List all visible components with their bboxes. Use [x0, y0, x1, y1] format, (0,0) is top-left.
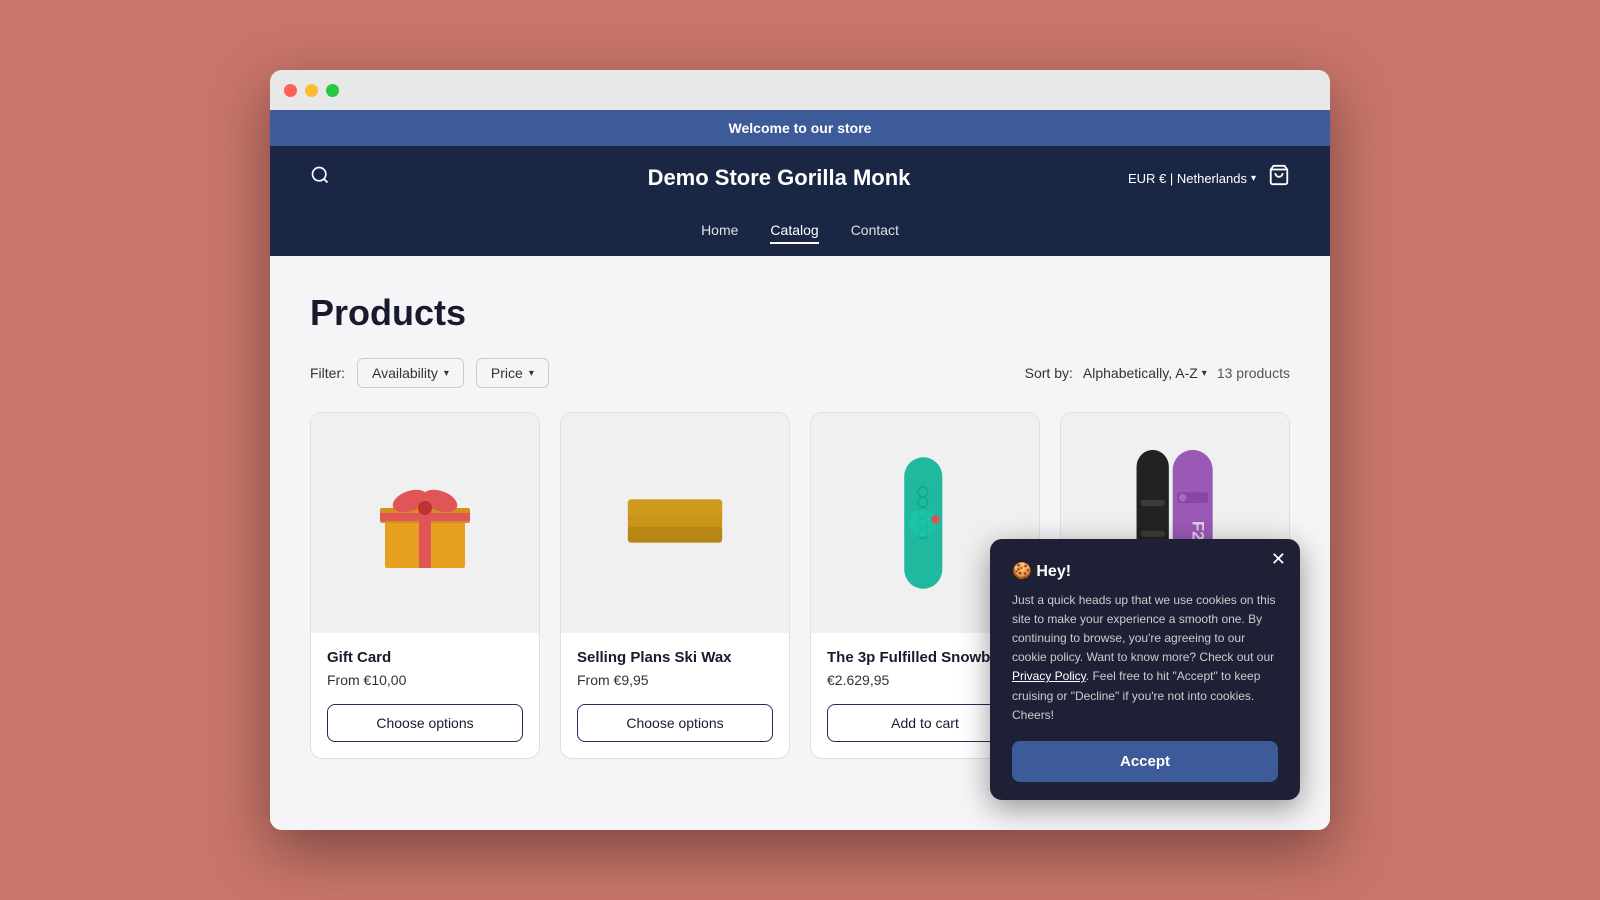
- product-info-gift-card: Gift Card From €10,00: [311, 633, 539, 704]
- availability-label: Availability: [372, 365, 438, 381]
- price-filter[interactable]: Price ▾: [476, 358, 549, 388]
- product-price-2: From €9,95: [577, 672, 773, 688]
- product-card-1: Gift Card From €10,00 Choose options: [310, 412, 540, 759]
- announcement-bar: Welcome to our store: [270, 110, 1330, 146]
- sort-label: Sort by:: [1025, 365, 1073, 381]
- header-right: EUR € | Netherlands ▾: [1128, 164, 1290, 192]
- product-name-2: Selling Plans Ski Wax: [577, 649, 773, 666]
- sort-chevron: ▾: [1202, 368, 1207, 379]
- cookie-popup: ✕ 🍪 Hey! Just a quick heads up that we u…: [990, 539, 1300, 800]
- browser-window: Welcome to our store Demo Store Gorilla …: [270, 70, 1330, 830]
- header-top: Demo Store Gorilla Monk EUR € | Netherla…: [310, 146, 1290, 210]
- ski-wax-image: [620, 488, 730, 558]
- sort-value: Alphabetically, A-Z: [1083, 365, 1198, 381]
- price-chevron: ▾: [529, 368, 534, 379]
- svg-text:F2: F2: [1189, 521, 1208, 541]
- availability-chevron: ▾: [444, 368, 449, 379]
- filter-right: Sort by: Alphabetically, A-Z ▾ 13 produc…: [1025, 365, 1290, 381]
- search-button[interactable]: [310, 165, 330, 191]
- currency-text: EUR € | Netherlands: [1128, 171, 1247, 186]
- filter-label: Filter:: [310, 365, 345, 381]
- header: Demo Store Gorilla Monk EUR € | Netherla…: [270, 146, 1330, 256]
- choose-options-btn-1[interactable]: Choose options: [327, 704, 523, 742]
- header-left: [310, 165, 430, 191]
- maximize-dot[interactable]: [326, 84, 339, 97]
- availability-filter[interactable]: Availability ▾: [357, 358, 464, 388]
- sort-selector[interactable]: Alphabetically, A-Z ▾: [1083, 365, 1207, 381]
- cookie-accept-button[interactable]: Accept: [1012, 741, 1278, 782]
- gift-card-image: [375, 473, 475, 573]
- filter-bar: Filter: Availability ▾ Price ▾ Sort by: …: [310, 358, 1290, 388]
- currency-chevron: ▾: [1251, 173, 1256, 184]
- price-label: Price: [491, 365, 523, 381]
- privacy-policy-link[interactable]: Privacy Policy: [1012, 669, 1086, 683]
- browser-titlebar: [270, 70, 1330, 110]
- product-info-ski-wax: Selling Plans Ski Wax From €9,95: [561, 633, 789, 704]
- product-price-1: From €10,00: [327, 672, 523, 688]
- product-image-gift-card: [311, 413, 539, 633]
- page-title: Products: [310, 292, 1290, 334]
- cookie-body-before: Just a quick heads up that we use cookie…: [1012, 593, 1276, 665]
- main-nav: Home Catalog Contact: [310, 210, 1290, 256]
- choose-options-btn-2[interactable]: Choose options: [577, 704, 773, 742]
- product-count: 13 products: [1217, 365, 1290, 381]
- nav-catalog[interactable]: Catalog: [770, 222, 818, 244]
- minimize-dot[interactable]: [305, 84, 318, 97]
- product-card-2: Selling Plans Ski Wax From €9,95 Choose …: [560, 412, 790, 759]
- cookie-title: 🍪 Hey!: [1012, 561, 1278, 581]
- snowboard-teal-image: [880, 423, 970, 623]
- cart-button[interactable]: [1268, 164, 1290, 192]
- nav-home[interactable]: Home: [701, 222, 738, 244]
- store-logo: Demo Store Gorilla Monk: [430, 165, 1128, 191]
- announcement-text: Welcome to our store: [729, 120, 872, 136]
- product-name-1: Gift Card: [327, 649, 523, 666]
- cookie-body-text: Just a quick heads up that we use cookie…: [1012, 591, 1278, 725]
- close-dot[interactable]: [284, 84, 297, 97]
- filter-left: Filter: Availability ▾ Price ▾: [310, 358, 549, 388]
- cookie-close-button[interactable]: ✕: [1271, 549, 1286, 570]
- nav-contact[interactable]: Contact: [851, 222, 899, 244]
- product-image-ski-wax: [561, 413, 789, 633]
- cookie-emoji: 🍪: [1012, 563, 1032, 580]
- currency-selector[interactable]: EUR € | Netherlands ▾: [1128, 171, 1256, 186]
- cookie-title-text: Hey!: [1036, 563, 1071, 580]
